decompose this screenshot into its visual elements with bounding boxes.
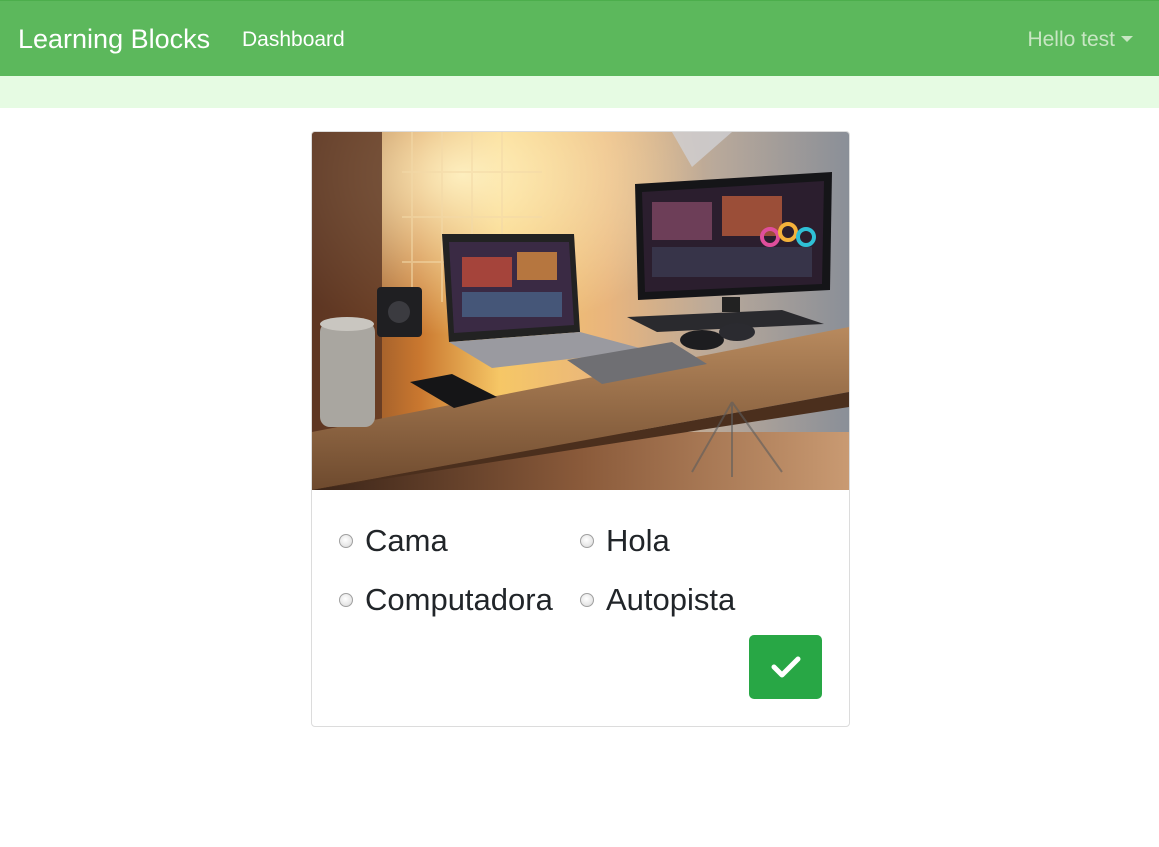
option-cama[interactable]: Cama xyxy=(339,523,448,559)
nav-link-dashboard[interactable]: Dashboard xyxy=(242,27,345,53)
option-computadora[interactable]: Computadora xyxy=(339,582,553,618)
user-menu-label: Hello test xyxy=(1027,28,1115,51)
option-hola-radio[interactable] xyxy=(580,534,594,548)
option-hola-label: Hola xyxy=(606,523,670,558)
option-autopista-radio[interactable] xyxy=(580,593,594,607)
chevron-down-icon xyxy=(1121,36,1133,42)
option-cama-label: Cama xyxy=(365,523,448,558)
option-autopista-label: Autopista xyxy=(606,582,736,617)
option-hola[interactable]: Hola xyxy=(580,523,670,559)
option-autopista[interactable]: Autopista xyxy=(580,582,735,618)
brand-link[interactable]: Learning Blocks xyxy=(18,22,210,56)
quiz-card: Cama Hola Computadora Autopista xyxy=(311,131,850,727)
option-cama-radio[interactable] xyxy=(339,534,353,548)
option-computadora-label: Computadora xyxy=(365,582,553,617)
option-computadora-radio[interactable] xyxy=(339,593,353,607)
alert-bar xyxy=(0,76,1159,108)
checkmark-icon xyxy=(771,656,800,678)
submit-answer-button[interactable] xyxy=(749,635,822,699)
top-navbar: Learning Blocks Dashboard Hello test xyxy=(0,0,1159,76)
user-menu-dropdown[interactable]: Hello test xyxy=(1027,27,1133,53)
quiz-image xyxy=(312,132,849,490)
